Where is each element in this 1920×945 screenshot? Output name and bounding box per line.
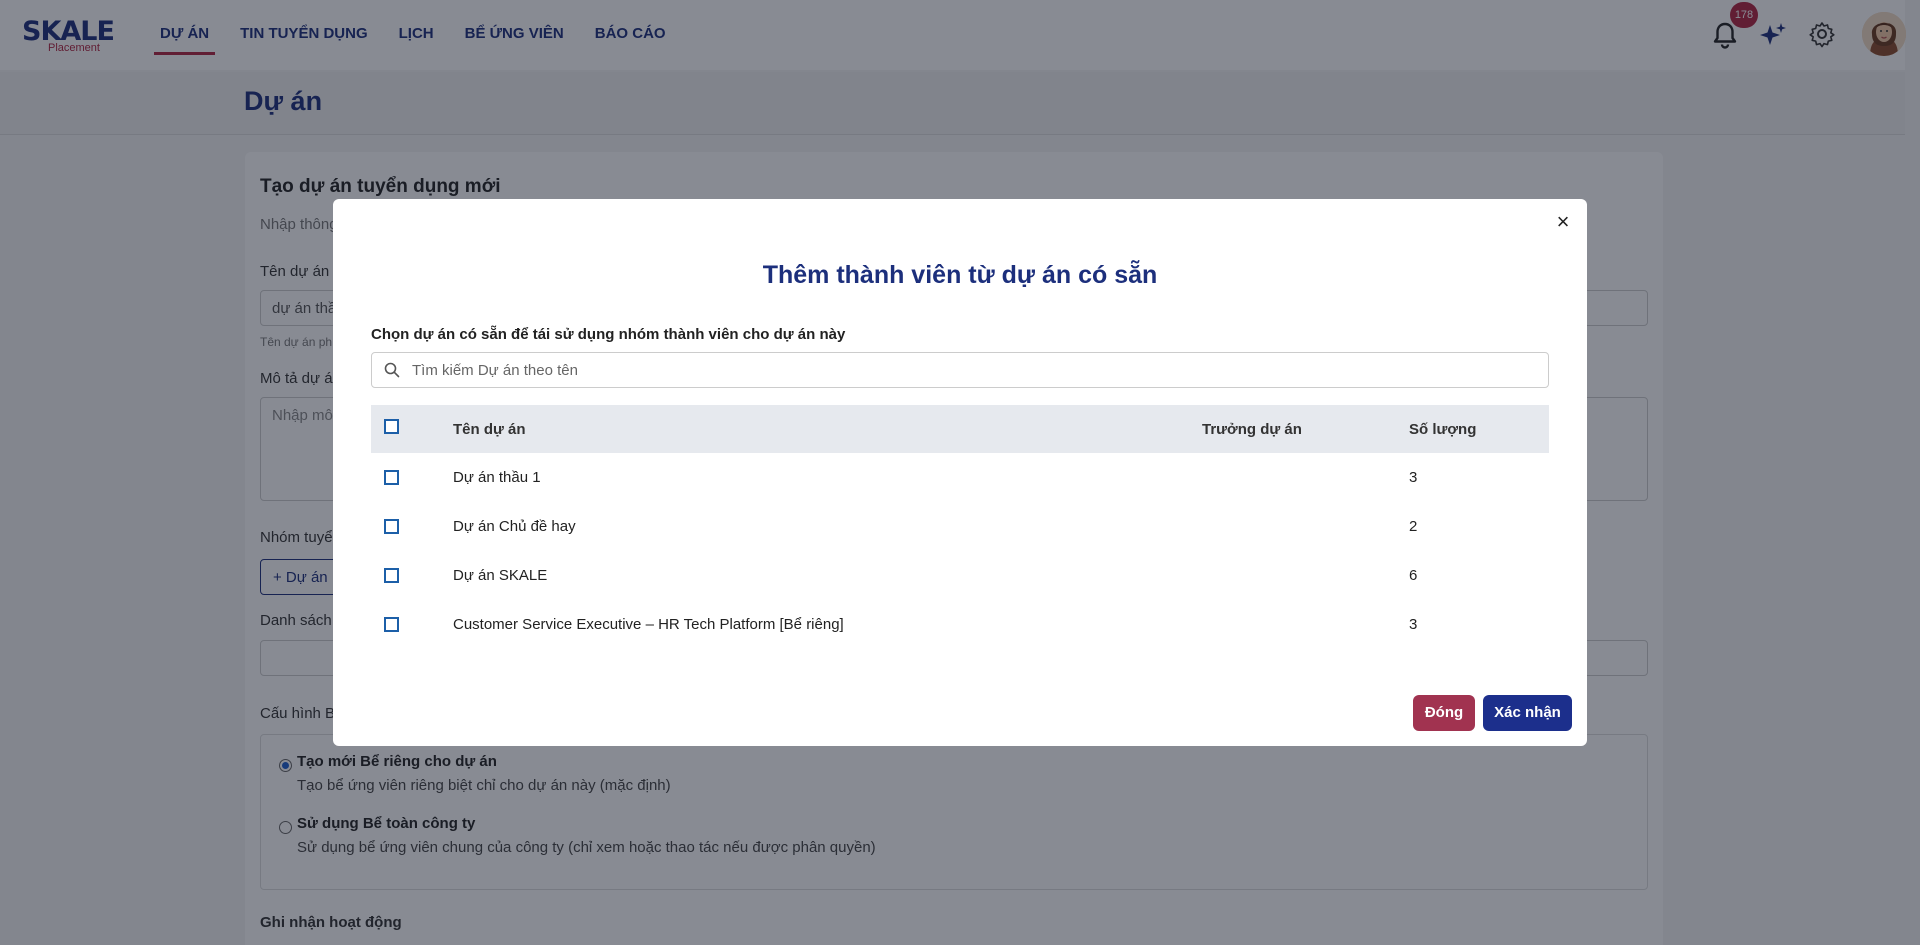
row-member-count: 3 <box>1409 616 1418 633</box>
projects-table: Tên dự án Trưởng dự án Số lượng Dự án th… <box>371 405 1549 649</box>
row-checkbox-cell <box>384 453 399 502</box>
row-project-name: Customer Service Executive – HR Tech Pla… <box>453 616 844 633</box>
column-header-name: Tên dự án <box>453 420 526 438</box>
row-project-name: Dự án Chủ đề hay <box>453 518 576 535</box>
close-icon[interactable]: × <box>1553 211 1573 233</box>
table-header: Tên dự án Trưởng dự án Số lượng <box>371 405 1549 453</box>
row-member-count: 2 <box>1409 518 1418 535</box>
modal-title: Thêm thành viên từ dự án có sẵn <box>762 261 1158 289</box>
row-checkbox-cell <box>384 551 399 600</box>
column-header-qty: Số lượng <box>1409 420 1477 438</box>
select-all-checkbox[interactable] <box>384 418 399 434</box>
close-button[interactable]: Đóng <box>1413 695 1475 731</box>
search-icon <box>384 362 400 378</box>
row-member-count: 3 <box>1409 469 1418 486</box>
table-row[interactable]: Dự án Chủ đề hay 2 <box>371 502 1549 551</box>
row-checkbox[interactable] <box>384 568 399 583</box>
project-search[interactable] <box>371 352 1549 388</box>
row-member-count: 6 <box>1409 567 1418 584</box>
row-checkbox-cell <box>384 502 399 551</box>
row-project-name: Dự án SKALE <box>453 567 548 584</box>
select-all-cell <box>384 402 399 450</box>
row-checkbox[interactable] <box>384 617 399 632</box>
add-members-modal: × Thêm thành viên từ dự án có sẵn Chọn d… <box>333 199 1587 746</box>
table-row[interactable]: Dự án SKALE 6 <box>371 551 1549 600</box>
row-project-name: Dự án thầu 1 <box>453 469 541 486</box>
row-checkbox[interactable] <box>384 519 399 534</box>
confirm-button[interactable]: Xác nhận <box>1483 695 1572 731</box>
search-input[interactable] <box>412 353 1532 387</box>
row-checkbox[interactable] <box>384 470 399 485</box>
table-row[interactable]: Dự án thầu 1 3 <box>371 453 1549 502</box>
column-header-lead: Trưởng dự án <box>1202 420 1302 438</box>
row-checkbox-cell <box>384 600 399 649</box>
modal-label: Chọn dự án có sẵn để tái sử dụng nhóm th… <box>371 326 846 343</box>
table-row[interactable]: Customer Service Executive – HR Tech Pla… <box>371 600 1549 649</box>
